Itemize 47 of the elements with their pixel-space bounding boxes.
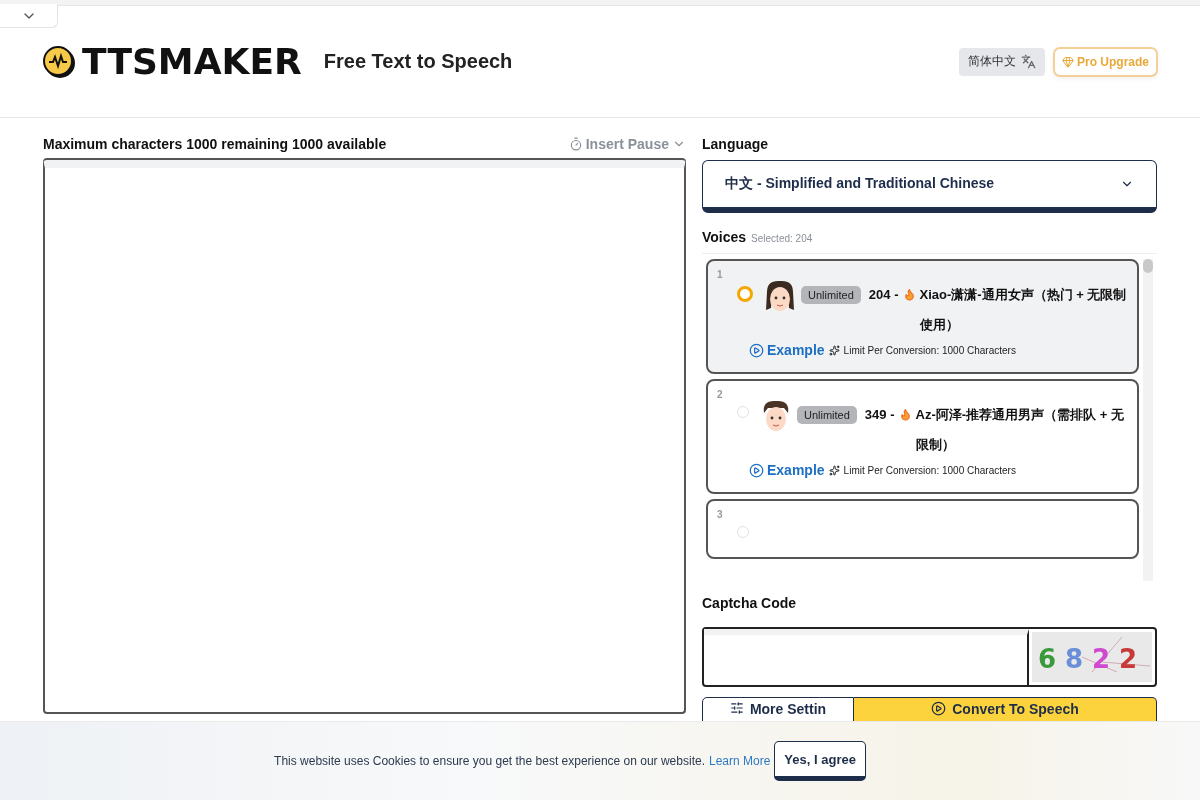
- character-counter: Maximum characters 1000 remaining 1000 available: [43, 136, 387, 152]
- learn-more-link[interactable]: Learn More: [709, 754, 771, 768]
- language-label: Language: [702, 136, 769, 152]
- voice-card[interactable]: 1 Unlimited 204 - Xiao-潇潇-通用女声（热门 + 无限制使用） Example Limit Per Conversion: 1000 Characters: [706, 259, 1139, 374]
- example-link[interactable]: Example: [749, 342, 825, 358]
- timer-icon: [568, 137, 583, 151]
- sparkle-icon: [828, 344, 840, 356]
- sliders-icon: [729, 701, 744, 715]
- language-switch-button[interactable]: 简体中文: [959, 47, 1045, 76]
- agree-button[interactable]: Yes, I agree: [774, 741, 866, 781]
- captcha-image: 6 8 2 2: [1032, 632, 1152, 682]
- voice-card[interactable]: 3: [706, 499, 1139, 559]
- captcha-label: Captcha Code: [702, 595, 797, 611]
- limit-text: Limit Per Conversion: 1000 Characters: [843, 344, 1016, 356]
- flame-icon: [902, 288, 916, 301]
- text-input-field[interactable]: [43, 160, 686, 714]
- limit-text: Limit Per Conversion: 1000 Characters: [843, 464, 1016, 476]
- voices-label: Voices: [702, 229, 747, 245]
- voice-number: 2: [717, 389, 724, 400]
- voice-id: 349 -: [864, 406, 895, 424]
- captcha-input-field[interactable]: [704, 629, 1029, 685]
- voice-title: Az-阿泽-推荐通用男声（需排队 + 无限制）: [915, 406, 1125, 454]
- sparkle-icon: [828, 464, 840, 476]
- tagline: Free Text to Speech: [323, 50, 513, 73]
- cookie-message: This website uses Cookies to ensure you get the best experience on our website.: [274, 754, 705, 768]
- voice-card[interactable]: 2 Unlimited 349 - Az-阿泽-推荐通用男声（需排队 + 无限制） Example Limit Per Conversion: 1000 Characters: [706, 379, 1139, 494]
- scrollbar-thumb[interactable]: [1143, 259, 1153, 273]
- insert-pause-button[interactable]: Insert Pause: [568, 136, 686, 152]
- play-icon: [749, 342, 764, 358]
- language-select[interactable]: 中文 - Simplified and Traditional Chinese: [702, 160, 1157, 213]
- collapse-tab[interactable]: [0, 4, 58, 28]
- flame-icon: [898, 408, 912, 421]
- play-icon: [931, 701, 947, 716]
- voice-number: 3: [717, 509, 724, 520]
- unlimited-badge: Unlimited: [797, 406, 857, 424]
- radio-button[interactable]: [737, 286, 753, 302]
- translate-icon: [1021, 54, 1036, 69]
- voice-title: Xiao-潇潇-通用女声（热门 + 无限制使用）: [919, 286, 1127, 334]
- unlimited-badge: Unlimited: [801, 286, 861, 304]
- logo-icon: [42, 44, 76, 79]
- example-link[interactable]: Example: [749, 462, 825, 478]
- selected-note: Selected: 204: [751, 233, 813, 244]
- voice-id: 204 -: [868, 286, 899, 304]
- voice-number: 1: [717, 269, 724, 280]
- logo-text: TTSMAKER: [82, 41, 302, 82]
- diamond-icon: [1062, 55, 1074, 68]
- play-icon: [749, 462, 764, 478]
